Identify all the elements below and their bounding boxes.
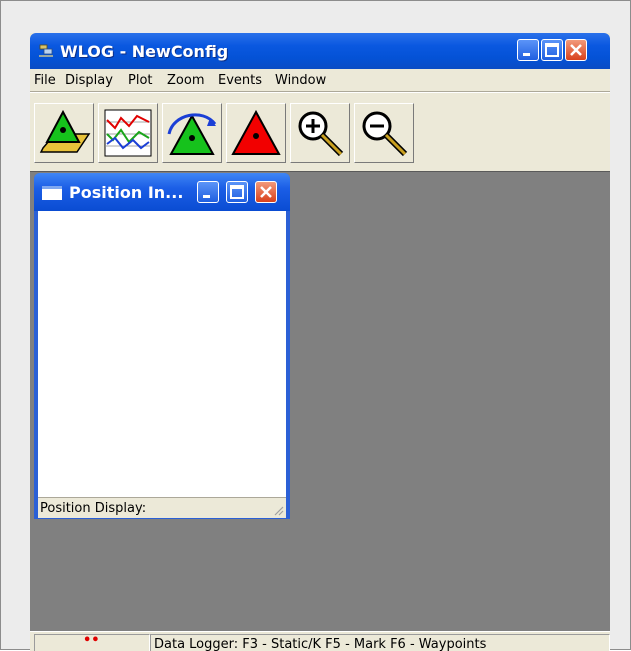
- green-triangle-arrow-icon: [167, 113, 217, 155]
- child-maximize-button[interactable]: [226, 181, 248, 203]
- window-icon: [42, 186, 62, 200]
- child-status-bar: Position Display:: [38, 497, 286, 518]
- menu-bar: File Display Plot Zoom Events Window: [30, 69, 610, 91]
- window-title: WLOG - NewConfig: [60, 42, 229, 61]
- maximize-button[interactable]: [541, 39, 563, 61]
- red-triangle-icon: [231, 109, 281, 155]
- menu-file[interactable]: File: [34, 73, 56, 88]
- title-bar[interactable]: WLOG - NewConfig: [30, 33, 610, 69]
- zoom-in-button[interactable]: [290, 103, 350, 163]
- status-text: Data Logger: F3 - Static/K F5 - Mark F6 …: [154, 637, 487, 651]
- zoom-in-icon: [298, 111, 344, 157]
- screenshot-frame: WLOG - NewConfig File Display Plot Zoom …: [0, 0, 631, 651]
- status-bar: •• Data Logger: F3 - Static/K F5 - Mark …: [30, 631, 610, 651]
- status-indicator: ••: [83, 633, 100, 648]
- main-window: WLOG - NewConfig File Display Plot Zoom …: [30, 33, 610, 651]
- zoom-out-icon: [362, 111, 408, 157]
- menu-zoom[interactable]: Zoom: [167, 73, 204, 88]
- resize-grip-icon[interactable]: [272, 504, 284, 516]
- plot-chart-button[interactable]: [98, 103, 158, 163]
- red-triangle-button[interactable]: [226, 103, 286, 163]
- green-triangle-arrow-button[interactable]: [162, 103, 222, 163]
- menu-events[interactable]: Events: [218, 73, 262, 88]
- close-button[interactable]: [565, 39, 587, 61]
- child-minimize-button[interactable]: [197, 181, 219, 203]
- open-config-button[interactable]: [34, 103, 94, 163]
- position-info-window: Position In... Position Display:: [34, 173, 290, 519]
- child-title-bar[interactable]: Position In...: [34, 173, 290, 211]
- minimize-button[interactable]: [517, 39, 539, 61]
- position-display-area: [38, 211, 286, 497]
- status-text-panel: Data Logger: F3 - Static/K F5 - Mark F6 …: [150, 634, 610, 651]
- child-close-button[interactable]: [255, 181, 277, 203]
- open-config-icon: [39, 109, 91, 153]
- plot-chart-icon: [104, 109, 152, 157]
- status-indicator-panel: ••: [34, 633, 150, 651]
- menu-window[interactable]: Window: [275, 73, 326, 88]
- menu-display[interactable]: Display: [65, 73, 113, 88]
- toolbar: [30, 93, 610, 171]
- satellite-app-icon: [38, 42, 54, 58]
- menu-plot[interactable]: Plot: [128, 73, 153, 88]
- zoom-out-button[interactable]: [354, 103, 414, 163]
- child-window-title: Position In...: [69, 183, 184, 202]
- position-display-label: Position Display:: [40, 501, 147, 516]
